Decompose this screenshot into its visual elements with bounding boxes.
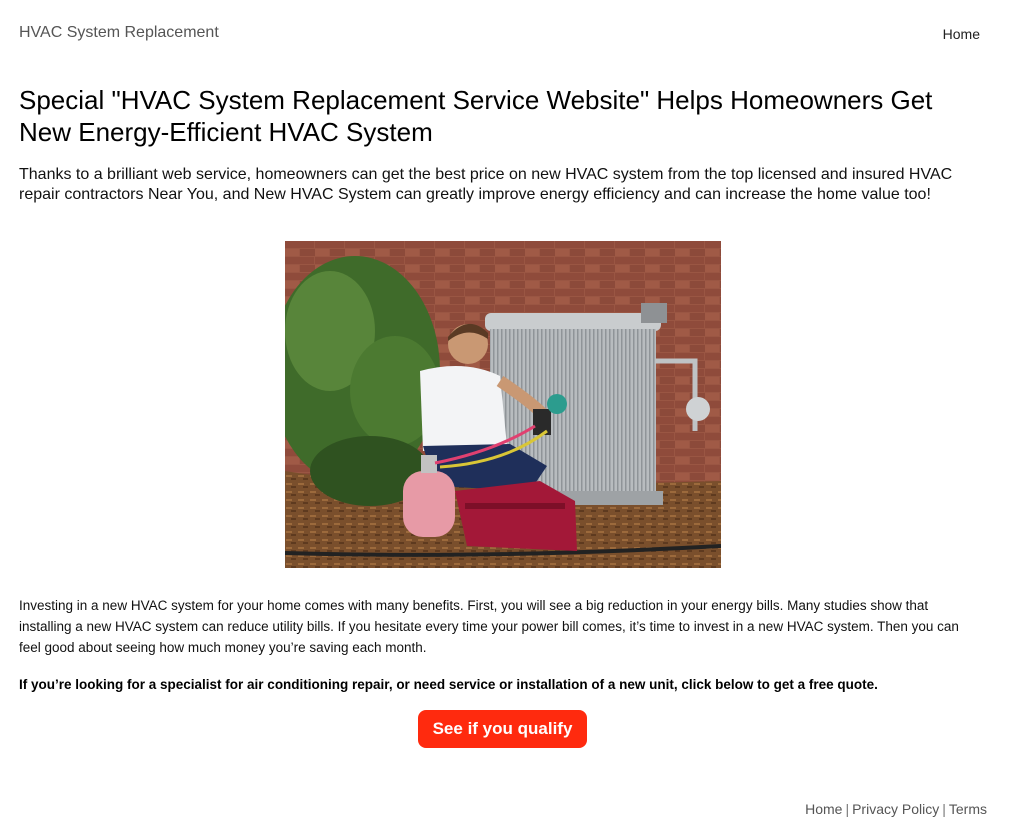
- nav-home-link[interactable]: Home: [943, 26, 980, 42]
- site-brand[interactable]: HVAC System Replacement: [19, 24, 219, 42]
- benefits-paragraph: Investing in a new HVAC system for your …: [19, 598, 959, 655]
- hero-image: [285, 241, 721, 568]
- hvac-technician-illustration: [285, 241, 721, 568]
- site-footer: Home | Privacy Policy | Terms: [805, 801, 987, 817]
- cta-prompt: If you’re looking for a specialist for a…: [19, 677, 878, 692]
- footer-privacy-link[interactable]: Privacy Policy: [852, 801, 939, 817]
- site-header: HVAC System Replacement Home: [19, 24, 980, 44]
- footer-terms-link[interactable]: Terms: [949, 801, 987, 817]
- lead-paragraph: Thanks to a brilliant web service, homeo…: [19, 166, 953, 203]
- see-if-you-qualify-button[interactable]: See if you qualify: [418, 710, 587, 748]
- footer-separator: |: [942, 801, 946, 817]
- footer-separator: |: [845, 801, 850, 817]
- page-headline: Special "HVAC System Replacement Service…: [19, 85, 933, 147]
- footer-home-link[interactable]: Home: [805, 801, 842, 817]
